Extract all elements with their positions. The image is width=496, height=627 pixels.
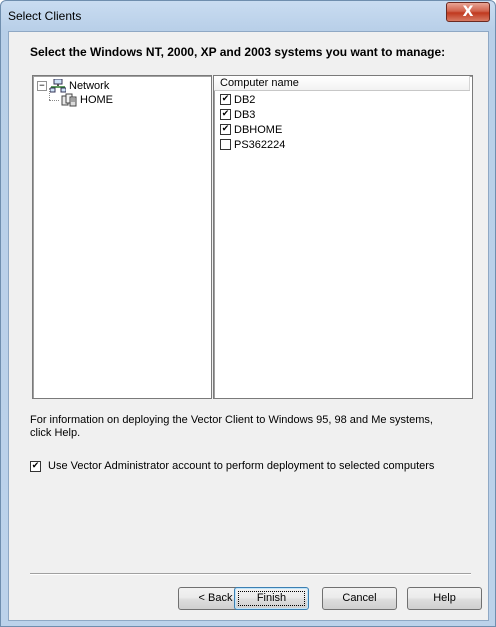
workgroup-icon <box>61 93 77 107</box>
back-button-label: < Back <box>198 592 233 604</box>
help-button[interactable]: Help <box>407 587 482 610</box>
tree-item-network[interactable]: − Network <box>37 79 109 93</box>
use-admin-account-label: Use Vector Administrator account to perf… <box>48 460 435 472</box>
close-button[interactable]: X <box>446 2 490 22</box>
checkbox[interactable] <box>220 124 231 135</box>
column-divider <box>469 76 470 90</box>
button-separator <box>30 573 471 575</box>
network-tree[interactable]: − Network HOME <box>32 75 212 399</box>
computer-list[interactable]: Computer name DB2 DB3 DBHOME PS362224 <box>213 75 473 399</box>
tree-label-network: Network <box>69 80 110 92</box>
list-item[interactable]: DBHOME <box>220 123 282 136</box>
use-admin-account-option[interactable]: Use Vector Administrator account to perf… <box>30 460 434 472</box>
info-text: For information on deploying the Vector … <box>30 414 433 439</box>
column-header-label: Computer name <box>220 77 299 89</box>
cancel-button-label: Cancel <box>342 592 377 604</box>
instruction-heading: Select the Windows NT, 2000, XP and 2003… <box>30 45 446 59</box>
title-bar[interactable]: Select Clients X <box>1 1 495 31</box>
computer-name: DB3 <box>234 108 256 121</box>
list-item[interactable]: PS362224 <box>220 138 285 151</box>
checkbox[interactable] <box>220 139 231 150</box>
network-icon <box>50 79 66 93</box>
tree-connector <box>49 88 50 100</box>
list-item[interactable]: DB2 <box>220 93 255 106</box>
checkbox[interactable] <box>220 94 231 105</box>
window-title: Select Clients <box>8 9 82 23</box>
tree-connector <box>49 100 59 101</box>
tree-item-home[interactable]: HOME <box>61 93 113 107</box>
tree-label-home: HOME <box>80 94 113 106</box>
column-header-computer-name[interactable]: Computer name <box>214 76 470 91</box>
computer-name: DB2 <box>234 93 256 106</box>
close-icon: X <box>462 4 474 20</box>
list-item[interactable]: DB3 <box>220 108 255 121</box>
checkbox[interactable] <box>220 109 231 120</box>
collapse-icon[interactable]: − <box>37 81 47 91</box>
help-button-label: Help <box>433 592 456 604</box>
computer-name: DBHOME <box>234 123 283 136</box>
cancel-button[interactable]: Cancel <box>322 587 397 610</box>
finish-button[interactable]: Finish <box>234 587 309 610</box>
computer-name: PS362224 <box>234 138 286 151</box>
use-admin-account-checkbox[interactable] <box>30 460 41 472</box>
finish-button-label: Finish <box>256 592 287 604</box>
